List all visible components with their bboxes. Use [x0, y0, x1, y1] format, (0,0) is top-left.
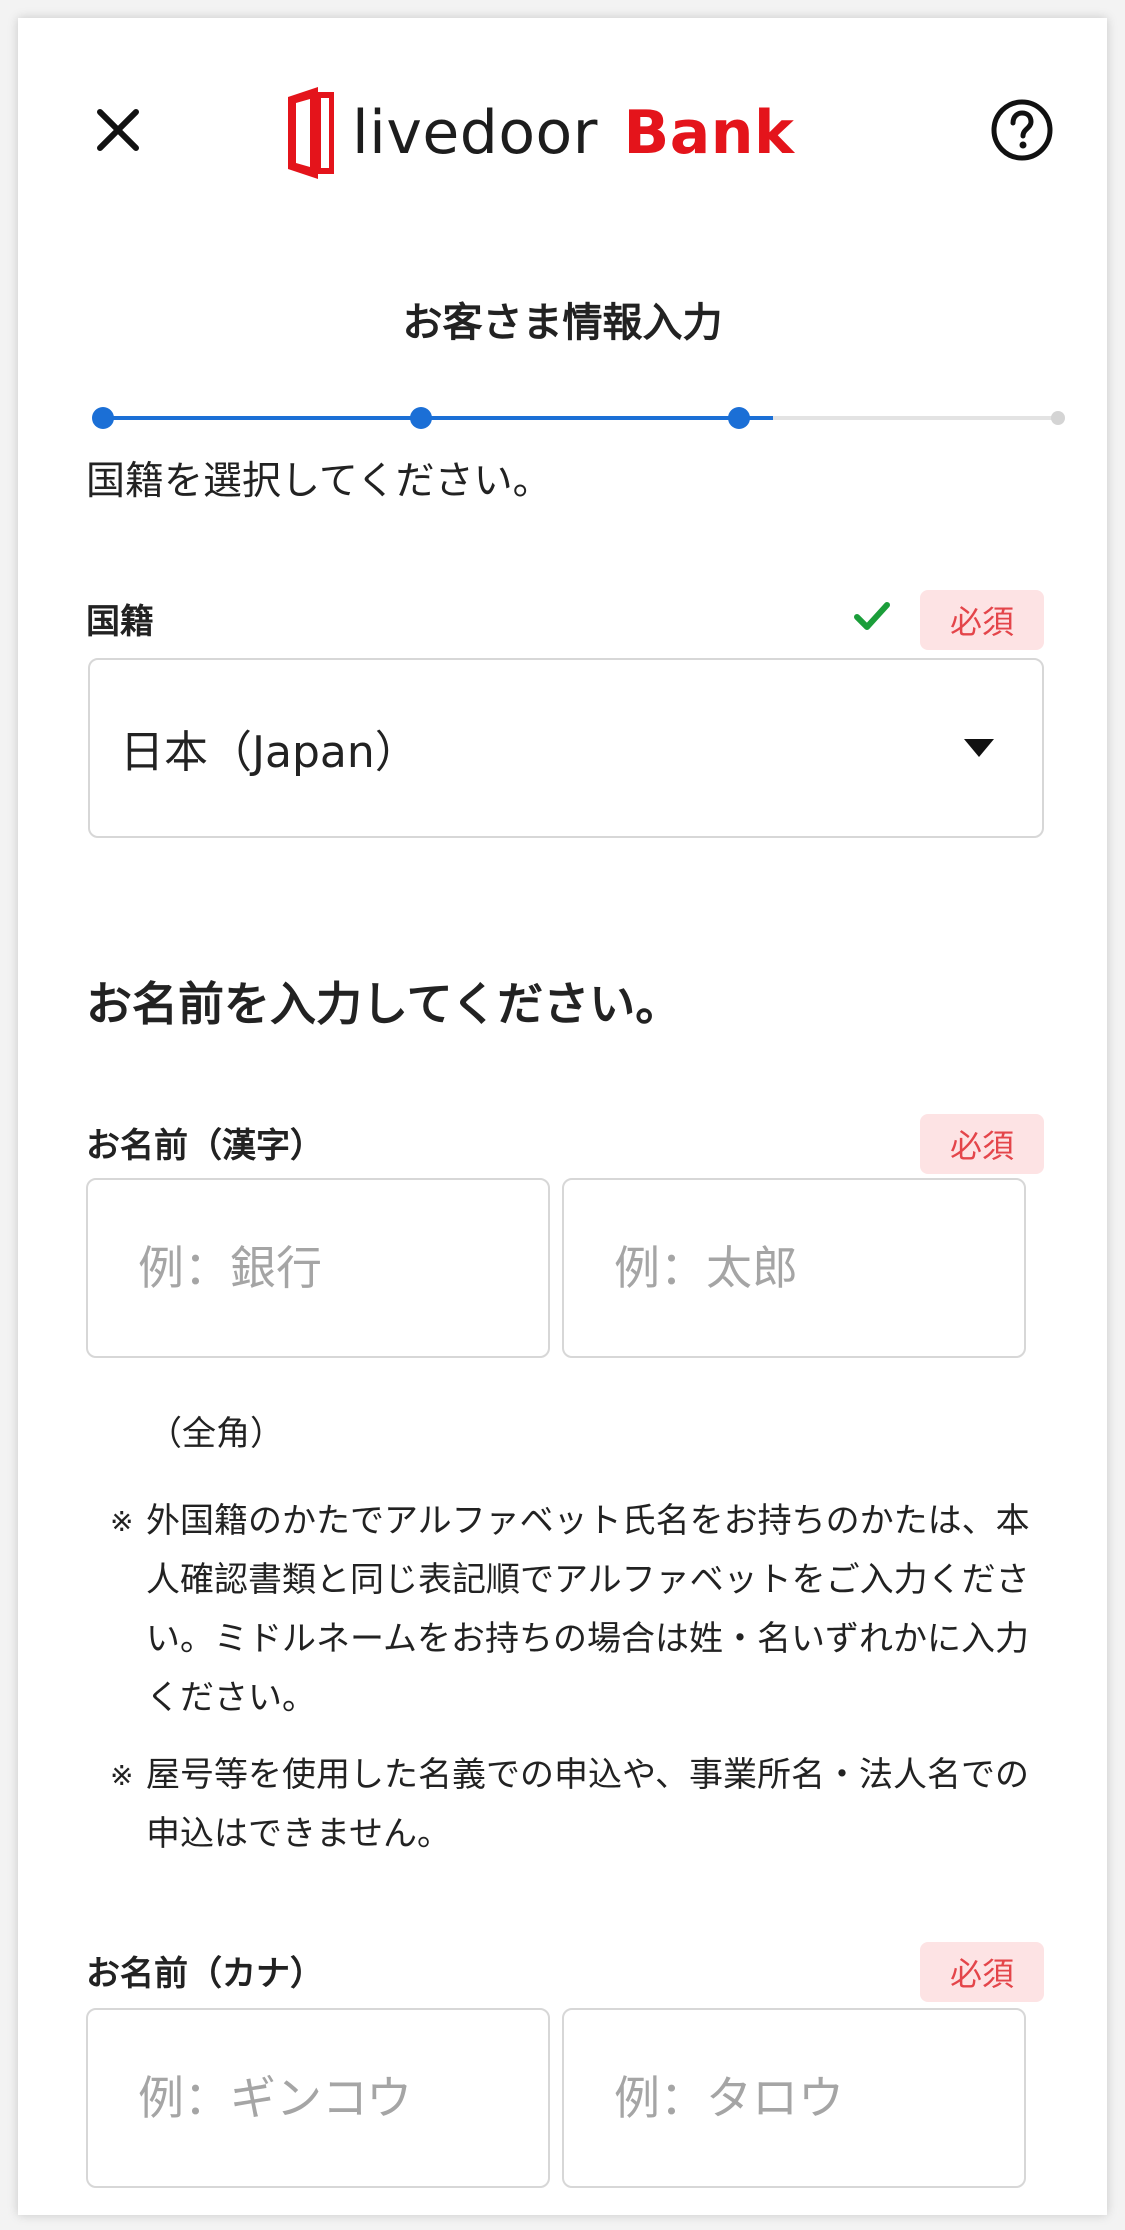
close-button[interactable]: [76, 88, 160, 172]
name-section-title: お名前を入力してください。: [86, 977, 682, 1031]
nationality-label: 国籍: [86, 602, 154, 642]
kana-name-label: お名前（カナ）: [86, 1954, 324, 1994]
progress-step-1: [92, 407, 114, 429]
nationality-instruction: 国籍を選択してください。: [86, 459, 552, 504]
help-button[interactable]: [986, 94, 1058, 166]
kanji-required-badge: 必須: [920, 1114, 1044, 1174]
help-circle-icon: [991, 99, 1053, 161]
note-alphabet-name: ※ 外国籍のかたでアルファベット氏名をお持ちのかたは、本人確認書類と同じ表記順で…: [110, 1492, 1060, 1728]
caret-down-icon: [964, 739, 994, 757]
progress-step-2: [410, 407, 432, 429]
nationality-select[interactable]: 日本（Japan）: [88, 658, 1044, 838]
progress-stepper: [92, 407, 1065, 429]
note-text: 屋号等を使用した名義での申込や、事業所名・法人名での申込はできません。: [146, 1755, 1029, 1854]
logo-text: livedoor: [352, 98, 598, 168]
close-icon: [97, 109, 139, 151]
nationality-required-badge: 必須: [920, 590, 1044, 650]
kanji-name-label: お名前（漢字）: [86, 1126, 324, 1166]
kana-required-badge: 必須: [920, 1942, 1044, 2002]
first-name-kana-input[interactable]: [562, 2008, 1026, 2188]
note-text: 外国籍のかたでアルファベット氏名をお持ちのかたは、本人確認書類と同じ表記順でアル…: [146, 1501, 1030, 1718]
check-icon: [854, 602, 890, 630]
note-mark: ※: [110, 1505, 134, 1538]
page-title: お客さま情報入力: [402, 300, 723, 346]
fullwidth-hint: （全角）: [148, 1414, 284, 1454]
progress-step-4: [1051, 411, 1065, 425]
first-name-kanji-input[interactable]: [562, 1178, 1026, 1358]
logo-bank-text: Bank: [623, 98, 795, 168]
door-logo-icon: [288, 87, 334, 179]
progress-step-3: [728, 407, 750, 429]
brand-logo: livedoor Bank: [288, 78, 794, 188]
note-business-name: ※ 屋号等を使用した名義での申込や、事業所名・法人名での申込はできません。: [110, 1746, 1060, 1864]
app-screen: livedoor Bank お客さま情報入力 国籍を選択してください。 国籍 必…: [18, 18, 1107, 2215]
nationality-selected-value: 日本（Japan）: [120, 727, 419, 778]
last-name-kana-input[interactable]: [86, 2008, 550, 2188]
last-name-kanji-input[interactable]: [86, 1178, 550, 1358]
note-mark: ※: [110, 1759, 134, 1792]
